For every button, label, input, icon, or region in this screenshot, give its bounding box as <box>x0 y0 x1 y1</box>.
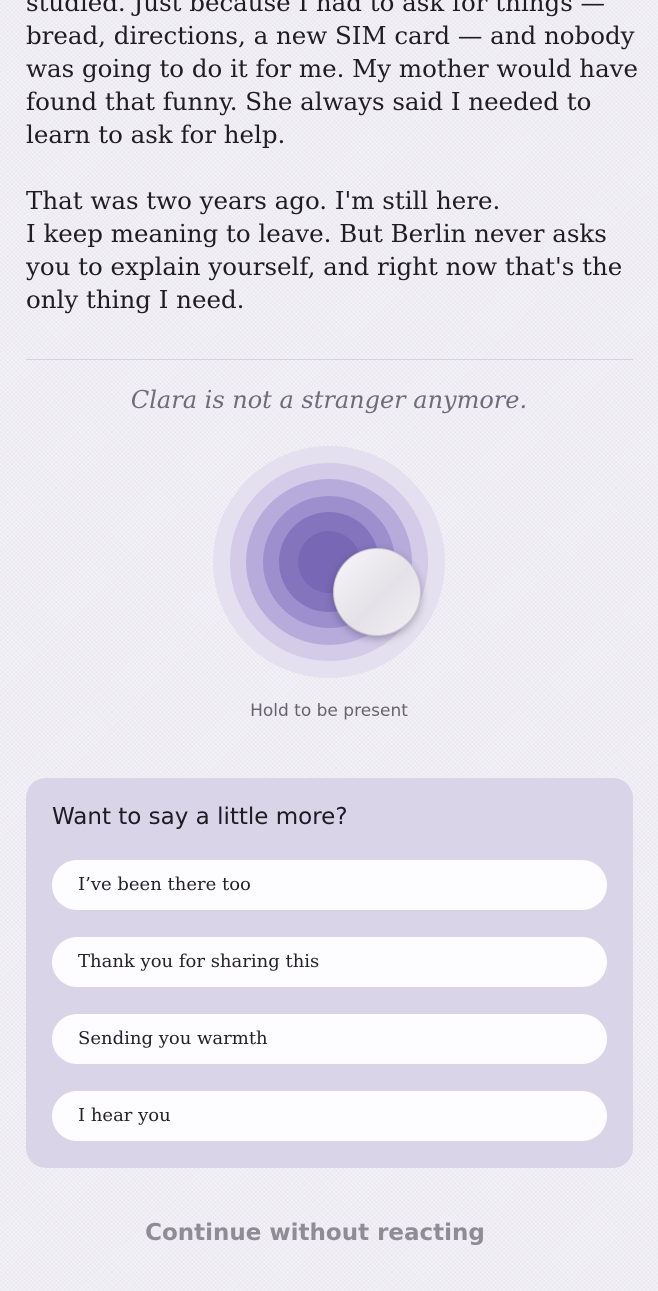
hold-instruction-label: Hold to be present <box>250 701 408 721</box>
story-text: studied. Just because I had to ask for t… <box>26 0 639 316</box>
story-line: bread, directions, a new SIM card — and … <box>26 21 635 50</box>
story-line: found that funny. She always said I need… <box>26 87 592 116</box>
divider <box>26 359 633 360</box>
connection-status-note: Clara is not a stranger anymore. <box>130 386 528 414</box>
reply-option-i-hear-you[interactable]: I hear you <box>52 1091 607 1141</box>
continue-without-reacting-button[interactable]: Continue without reacting <box>0 1220 630 1246</box>
story-line: studied. Just because I had to ask for t… <box>26 0 606 17</box>
reply-option-been-there[interactable]: I’ve been there too <box>52 860 607 910</box>
story-line: only thing I need. <box>26 285 245 314</box>
hold-to-be-present-button[interactable] <box>333 548 421 636</box>
story-line: learn to ask for help. <box>26 120 286 149</box>
reply-suggestions-card: Want to say a little more? I’ve been the… <box>26 778 633 1168</box>
story-line: you to explain yourself, and right now t… <box>26 252 623 281</box>
story-line: I keep meaning to leave. But Berlin neve… <box>26 219 607 248</box>
presence-ripple <box>213 446 445 678</box>
reply-card-title: Want to say a little more? <box>52 804 348 830</box>
story-line: That was two years ago. I'm still here. <box>26 186 501 215</box>
story-line: was going to do it for me. My mother wou… <box>26 54 639 83</box>
reply-option-thank-you[interactable]: Thank you for sharing this <box>52 937 607 987</box>
reply-option-sending-warmth[interactable]: Sending you warmth <box>52 1014 607 1064</box>
